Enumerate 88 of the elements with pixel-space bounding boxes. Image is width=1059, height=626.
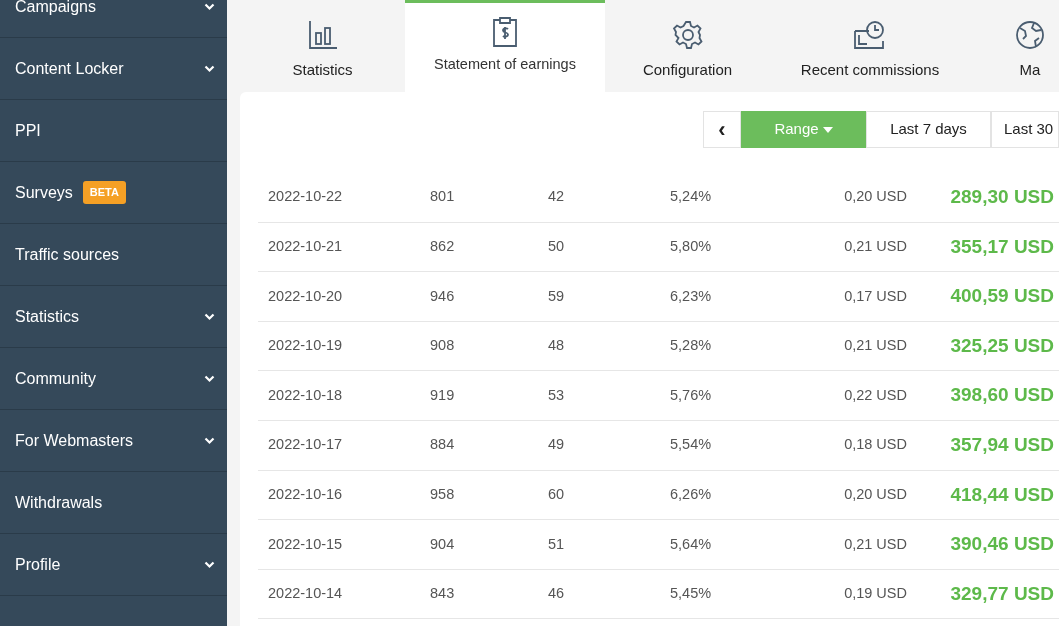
sidebar-item-label: Withdrawals xyxy=(15,492,103,513)
table-cell-text: 325,25 USD xyxy=(949,333,1054,358)
bar-chart-icon xyxy=(306,19,339,51)
range-button[interactable]: Last 7 days xyxy=(866,111,991,148)
tab[interactable]: Recent commissions xyxy=(770,0,970,92)
tab[interactable]: Configuration xyxy=(605,0,770,92)
table-cell-text: 398,60 USD xyxy=(949,383,1054,408)
sidebar-item[interactable]: PPI xyxy=(0,100,227,162)
table-cell-text: 5,76% xyxy=(670,385,713,405)
clipboard-dollar-icon xyxy=(492,16,518,48)
table-cell-text: 2022-10-18 xyxy=(267,385,344,405)
settings-icon xyxy=(671,19,704,51)
sidebar-item-label: PPI xyxy=(15,120,41,141)
table-cell-text: 0,19 USD xyxy=(843,584,907,604)
table-cell-text: 53 xyxy=(548,385,566,405)
table-cell-text: 0,20 USD xyxy=(843,187,907,207)
sidebar-item[interactable]: Campaigns xyxy=(0,0,227,38)
sidebar-item-label: Profile xyxy=(15,554,61,575)
sidebar-item[interactable]: Surveys BETA xyxy=(0,162,227,224)
table-cell-text: 2022-10-16 xyxy=(267,485,344,504)
table-cell-text: 801 xyxy=(430,187,456,207)
sidebar-item[interactable]: Traffic sources xyxy=(0,224,227,286)
table-cell-text: 46 xyxy=(548,584,566,604)
table-cell-text: 289,30 USD xyxy=(949,185,1054,210)
table-cell-text: 2022-10-20 xyxy=(267,286,344,306)
sidebar-item[interactable]: Community xyxy=(0,348,227,410)
table-cell-text: 59 xyxy=(548,286,566,306)
table-cell-text: 5,64% xyxy=(670,534,713,554)
sidebar-item-label: Statistics xyxy=(15,306,79,327)
table-cell-text: 5,80% xyxy=(670,237,713,256)
table-cell-text: 2022-10-17 xyxy=(267,435,344,455)
sidebar-item[interactable]: Profile xyxy=(0,534,227,596)
table-cell-text: 0,21 USD xyxy=(843,534,907,554)
table-cell-text: 5,24% xyxy=(670,187,713,207)
sidebar-item-label: Surveys xyxy=(15,182,73,203)
table-cell-text: 6,26% xyxy=(670,485,713,504)
sidebar-item-label: Content Locker xyxy=(15,58,124,79)
sidebar-item[interactable]: Content Locker xyxy=(0,38,227,100)
range-button[interactable]: Last 30 xyxy=(991,111,1059,148)
table-cell-text: 49 xyxy=(548,435,566,455)
table-cell-text: 5,54% xyxy=(670,435,713,455)
table-cell-text: 51 xyxy=(548,534,566,554)
table-cell-text: 884 xyxy=(430,435,456,455)
table-cell-text: 400,59 USD xyxy=(949,284,1054,309)
tab[interactable]: Ma xyxy=(970,0,1059,92)
cash-clock-icon xyxy=(853,19,887,51)
table-cell-text: 0,21 USD xyxy=(843,336,907,356)
table-cell-text: 48 xyxy=(548,336,566,356)
table-cell-text: 355,17 USD xyxy=(949,234,1054,259)
table-cell-text: 6,23% xyxy=(670,286,713,306)
table-cell-text: 908 xyxy=(430,336,456,356)
table-cell-text: 0,21 USD xyxy=(843,237,907,256)
table-cell-text: 0,20 USD xyxy=(843,485,907,504)
table-cell-text: 2022-10-15 xyxy=(267,534,344,554)
globe-icon xyxy=(1014,19,1046,51)
table-cell-text: 390,46 USD xyxy=(949,532,1054,557)
sidebar-item-label: Traffic sources xyxy=(15,244,120,265)
table-cell-text: 2022-10-22 xyxy=(267,187,344,207)
table-cell-text: 904 xyxy=(430,534,456,554)
table-cell-text: 0,22 USD xyxy=(843,385,907,405)
table-cell-text: 5,45% xyxy=(670,584,713,604)
table-cell-text: 2022-10-14 xyxy=(267,584,344,604)
table-cell-text: 2022-10-19 xyxy=(267,336,344,356)
table-cell-text: 843 xyxy=(430,584,456,604)
table-cell-text: 42 xyxy=(548,187,566,207)
table-cell-text: 946 xyxy=(430,286,456,306)
sidebar-item[interactable]: Withdrawals xyxy=(0,472,227,534)
table-cell-text: 329,77 USD xyxy=(949,581,1054,606)
tab[interactable]: Statistics xyxy=(240,0,405,92)
table-cell-text: 60 xyxy=(548,485,566,504)
table-cell-text: 958 xyxy=(430,485,456,504)
sidebar-item[interactable]: For Webmasters xyxy=(0,410,227,472)
beta-badge: BETA xyxy=(82,181,126,204)
table-cell-text: 357,94 USD xyxy=(949,433,1054,457)
table-cell-text: 0,17 USD xyxy=(843,286,907,306)
table-cell-text: 862 xyxy=(430,237,456,256)
previous-button[interactable]: ‹ xyxy=(703,111,741,148)
table-cell-text: 919 xyxy=(430,385,456,405)
tab[interactable]: Statement of earnings xyxy=(405,0,605,92)
table-cell-text: 2022-10-21 xyxy=(267,237,344,256)
sidebar-item-label: Community xyxy=(15,368,96,389)
sidebar-item-label: Campaigns xyxy=(15,0,96,17)
table-cell-text: 0,18 USD xyxy=(843,435,907,455)
table-cell-text: 50 xyxy=(548,237,566,256)
sidebar-item[interactable]: Statistics xyxy=(0,286,227,348)
sidebar-item-label: For Webmasters xyxy=(15,430,133,451)
table-cell-text: 5,28% xyxy=(670,336,713,356)
table-cell-text: 418,44 USD xyxy=(949,482,1054,507)
